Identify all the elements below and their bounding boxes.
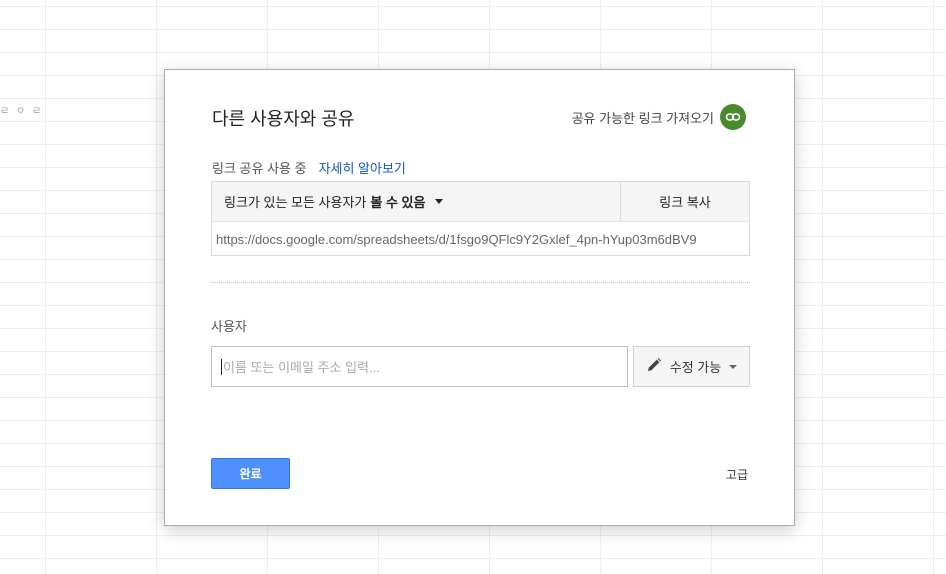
copy-link-button[interactable]: 링크 복사 xyxy=(621,182,749,221)
link-sharing-status: 링크 공유 사용 중 자세히 알아보기 xyxy=(212,158,406,177)
dialog-title: 다른 사용자와 공유 xyxy=(212,109,355,129)
section-divider xyxy=(211,282,750,283)
people-input-placeholder: 이름 또는 이메일 주소 입력... xyxy=(223,360,380,375)
share-dialog: 다른 사용자와 공유 공유 가능한 링크 가져오기 링크 공유 사용 중 자세히… xyxy=(164,69,795,526)
get-shareable-link-label: 공유 가능한 링크 가져오기 xyxy=(571,110,714,126)
link-access-level: 볼 수 있음 xyxy=(370,195,426,210)
advanced-link[interactable]: 고급 xyxy=(726,466,748,483)
share-url-field[interactable]: https://docs.google.com/spreadsheets/d/1… xyxy=(212,222,749,256)
permission-label: 수정 가능 xyxy=(669,360,722,375)
pencil-icon xyxy=(646,357,662,376)
link-access-dropdown[interactable]: 링크가 있는 모든 사용자가 볼 수 있음 xyxy=(212,182,621,221)
people-label: 사용자 xyxy=(211,319,247,334)
people-input[interactable]: 이름 또는 이메일 주소 입력... xyxy=(211,346,628,387)
link-box: 링크가 있는 모든 사용자가 볼 수 있음 링크 복사 https://docs… xyxy=(211,181,750,256)
get-shareable-link-button[interactable]: 공유 가능한 링크 가져오기 xyxy=(572,104,746,130)
permission-dropdown[interactable]: 수정 가능 xyxy=(633,346,750,387)
background-cell-text: ㄹ ㅇ ㄹ xyxy=(0,106,44,117)
caret-down-icon xyxy=(435,199,444,204)
link-icon[interactable] xyxy=(720,104,746,130)
text-cursor xyxy=(221,358,222,375)
link-access-prefix: 링크가 있는 모든 사용자가 xyxy=(224,195,367,210)
learn-more-link[interactable]: 자세히 알아보기 xyxy=(319,158,406,177)
link-toolbar: 링크가 있는 모든 사용자가 볼 수 있음 링크 복사 xyxy=(212,182,749,222)
chevron-down-icon xyxy=(729,364,738,369)
done-button[interactable]: 완료 xyxy=(211,458,290,489)
link-sharing-status-text: 링크 공유 사용 중 xyxy=(212,161,307,176)
